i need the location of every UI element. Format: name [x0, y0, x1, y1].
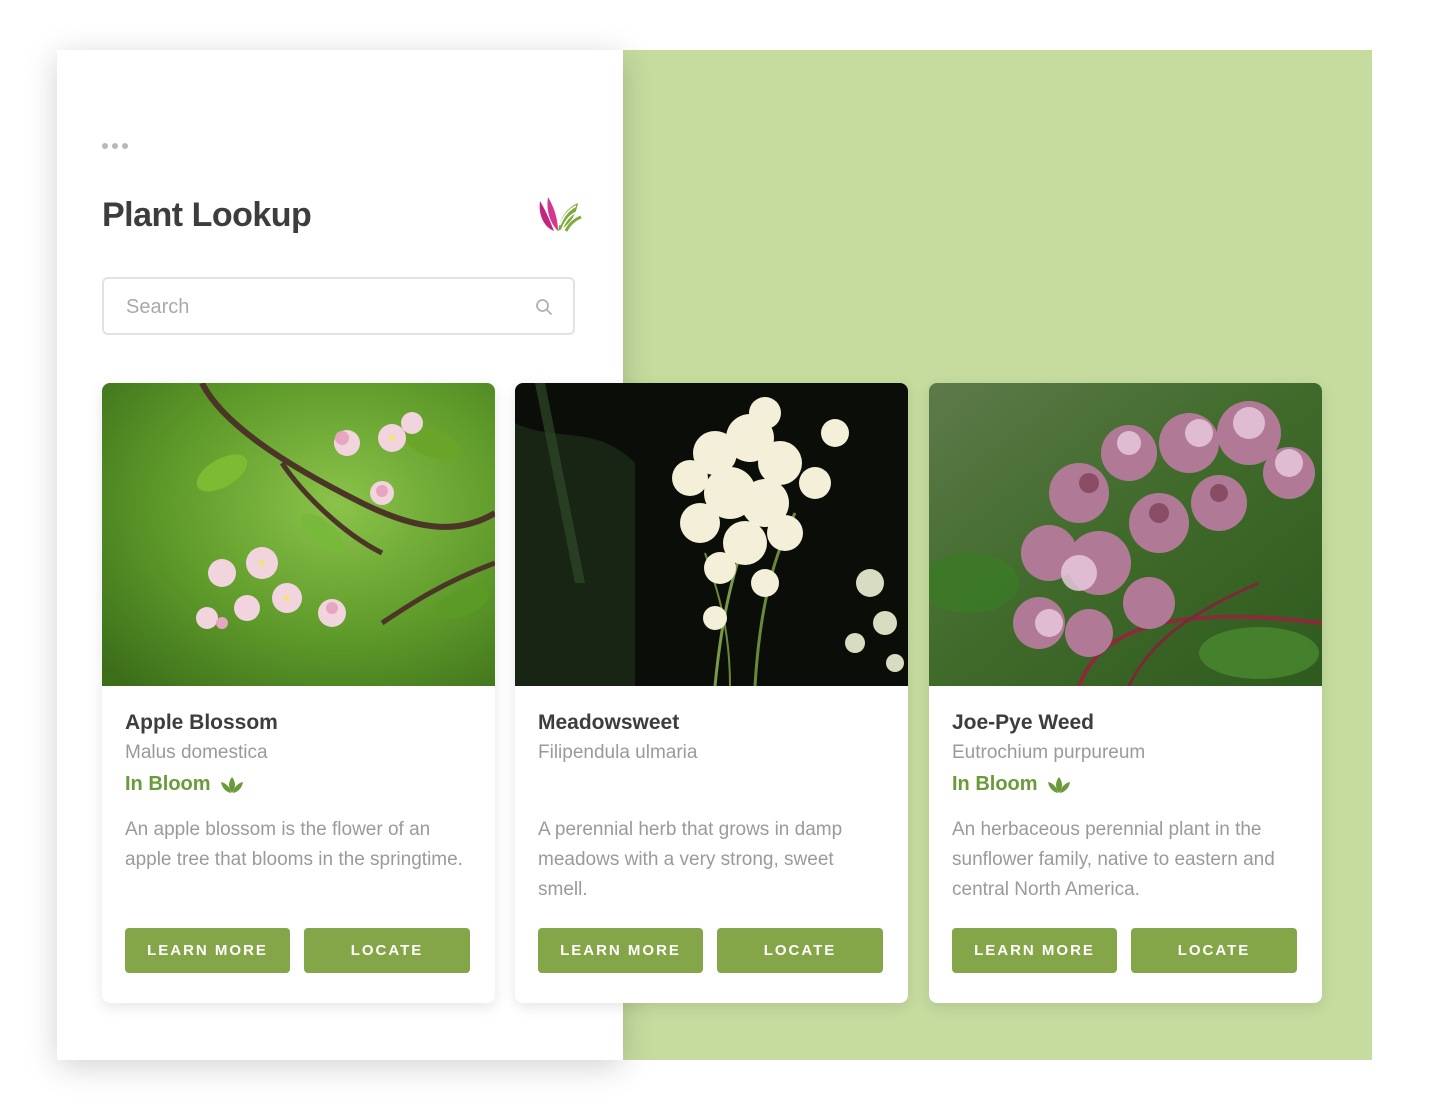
locate-button[interactable]: LOCATE — [717, 928, 883, 973]
app-title: Plant Lookup — [102, 196, 312, 234]
status-label: In Bloom — [125, 773, 211, 795]
learn-more-button[interactable]: LEARN MORE — [952, 928, 1117, 973]
locate-button[interactable]: LOCATE — [1131, 928, 1297, 973]
plant-description: A perennial herb that grows in damp mead… — [538, 819, 843, 900]
plant-card: Meadowsweet Filipendula ulmaria A perenn… — [515, 383, 908, 1003]
plant-card: Apple Blossom Malus domestica In Bloom A… — [102, 383, 495, 1003]
lotus-leaf-logo — [539, 197, 582, 232]
status-label: In Bloom — [952, 773, 1038, 795]
joe-pye-weed-photo — [929, 383, 1322, 686]
learn-more-button[interactable]: LEARN MORE — [125, 928, 290, 973]
more-dots-icon[interactable] — [102, 143, 128, 149]
status-badge: In Bloom — [952, 773, 1072, 796]
plant-scientific-name: Malus domestica — [125, 742, 268, 763]
locate-button[interactable]: LOCATE — [304, 928, 470, 973]
plant-scientific-name: Filipendula ulmaria — [538, 742, 698, 763]
apple-blossom-photo — [102, 383, 495, 686]
lotus-icon — [220, 776, 243, 793]
plant-scientific-name: Eutrochium purpureum — [952, 742, 1146, 763]
plant-name: Joe-Pye Weed — [952, 711, 1095, 734]
lotus-icon — [1047, 776, 1070, 793]
plant-description: An herbaceous perennial plant in the sun… — [952, 819, 1275, 900]
plant-name: Meadowsweet — [538, 711, 680, 734]
search-input[interactable] — [124, 279, 528, 335]
meadowsweet-photo — [515, 383, 908, 686]
status-badge: In Bloom — [125, 773, 245, 796]
search-box[interactable] — [102, 277, 575, 335]
stage: Plant Lookup Search Apple Blossom Malus … — [0, 0, 1432, 1116]
learn-more-button[interactable]: LEARN MORE — [538, 928, 703, 973]
plant-description: An apple blossom is the flower of an app… — [125, 819, 463, 870]
plant-name: Apple Blossom — [125, 711, 278, 734]
search-icon[interactable] — [535, 298, 553, 316]
plant-card: Joe-Pye Weed Eutrochium purpureum In Blo… — [929, 383, 1322, 1003]
